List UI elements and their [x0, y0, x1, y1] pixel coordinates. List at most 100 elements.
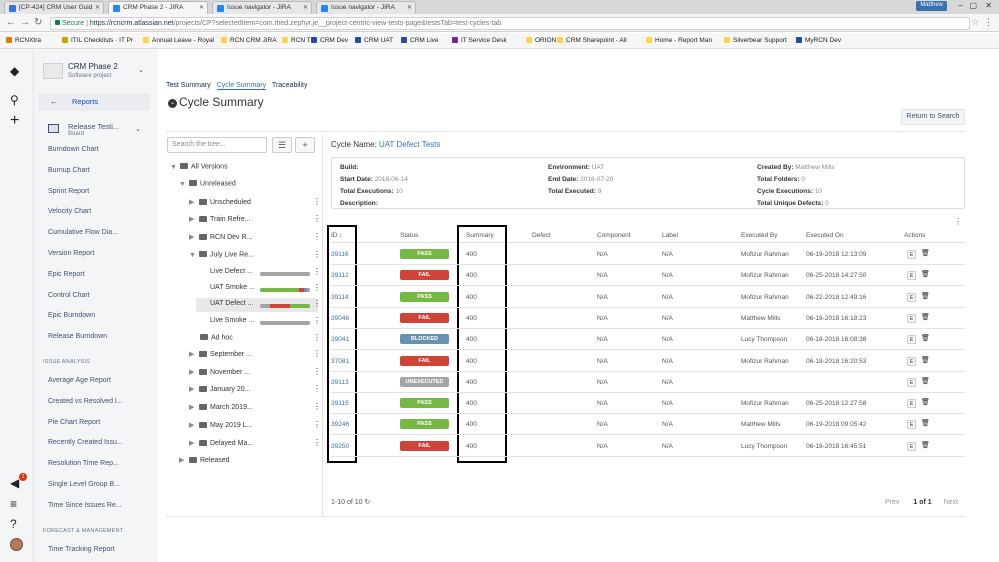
expand-icon[interactable]: ▼: [189, 252, 199, 259]
bookmark-item[interactable]: Annual Leave - Royal: [143, 37, 214, 44]
expand-icon[interactable]: ▶: [189, 439, 199, 447]
tree-version[interactable]: ▶ January 20...: [189, 385, 250, 398]
row-menu-icon[interactable]: ⋮: [313, 299, 321, 308]
refresh-icon[interactable]: ↻: [364, 499, 370, 506]
sidebar-item-report[interactable]: Release Burndown: [48, 333, 107, 340]
trash-icon[interactable]: 🗑: [921, 249, 930, 257]
col-executed-by[interactable]: Executed By: [741, 232, 778, 239]
row-menu-icon[interactable]: ⋮: [313, 267, 321, 276]
trash-icon[interactable]: 🗑: [921, 334, 930, 342]
return-to-search-button[interactable]: Return to Search: [901, 109, 965, 125]
sidebar-item-report[interactable]: Velocity Chart: [48, 208, 91, 215]
back-icon[interactable]: ←: [6, 17, 16, 28]
tree-released[interactable]: ▶ Released: [179, 456, 230, 469]
col-component[interactable]: Component: [597, 232, 631, 239]
sidebar-item-report[interactable]: Sprint Report: [48, 188, 89, 195]
col-status[interactable]: Status: [400, 232, 418, 239]
row-menu-icon[interactable]: ⋮: [313, 250, 321, 259]
execute-button[interactable]: E: [907, 335, 916, 345]
bookmark-item[interactable]: CRM UAT: [355, 37, 393, 44]
add-icon[interactable]: +: [295, 137, 315, 153]
trash-icon[interactable]: 🗑: [921, 377, 930, 385]
expand-icon[interactable]: ▶: [189, 198, 199, 206]
trash-icon[interactable]: 🗑: [921, 292, 930, 300]
maximize-icon[interactable]: ▢: [969, 1, 977, 10]
bookmark-star-icon[interactable]: ☆: [971, 17, 979, 28]
status-badge[interactable]: PASS: [400, 249, 449, 259]
sidebar-item-report[interactable]: Time Tracking Report: [48, 546, 115, 553]
close-icon[interactable]: ✕: [95, 4, 100, 11]
bookmark-item[interactable]: RCN CRM JIRA: [221, 37, 277, 44]
sidebar-item-report[interactable]: Burndown Chart: [48, 146, 99, 153]
execution-id-link[interactable]: 39250: [331, 443, 349, 450]
browser-menu-icon[interactable]: ⋮: [984, 17, 993, 28]
bookmark-item[interactable]: Home - Report Man: [646, 37, 712, 44]
tree-cycle[interactable]: UAT Defect ...: [210, 300, 253, 313]
row-menu-icon[interactable]: ⋮: [313, 367, 321, 376]
tree-cycle[interactable]: UAT Smoke ...: [210, 284, 255, 297]
row-menu-icon[interactable]: ⋮: [313, 232, 321, 241]
bookmark-item[interactable]: ITIL Checklists · IT Pr: [62, 37, 133, 44]
execution-id-link[interactable]: 39115: [331, 400, 349, 407]
list-view-icon[interactable]: ☰: [272, 137, 292, 153]
expand-icon[interactable]: ▶: [189, 368, 199, 376]
execution-id-link[interactable]: 37081: [331, 358, 349, 365]
tree-version[interactable]: ▶ Train Refre...: [189, 215, 251, 228]
tree-version[interactable]: ▶ November ...: [189, 368, 250, 381]
address-bar[interactable]: Secure | https://rcncrm.atlassian.net/pr…: [50, 17, 970, 30]
status-badge[interactable]: BLOCKED: [400, 334, 449, 345]
expand-icon[interactable]: ▶: [189, 215, 199, 223]
expand-icon[interactable]: ▼: [179, 181, 189, 188]
status-badge[interactable]: FAIL: [400, 355, 449, 366]
execute-button[interactable]: E: [907, 356, 916, 366]
sidebar-item-report[interactable]: Single Level Group B...: [48, 481, 120, 488]
row-menu-icon[interactable]: ⋮: [313, 283, 321, 292]
row-menu-icon[interactable]: ⋮: [313, 402, 321, 411]
notifications-icon[interactable]: ◀: [10, 477, 19, 489]
bookmark-item[interactable]: IT Service Desk: [452, 37, 507, 44]
status-badge[interactable]: PASS: [400, 398, 449, 409]
row-menu-icon[interactable]: ⋮: [313, 438, 321, 447]
execute-button[interactable]: E: [907, 377, 916, 387]
browser-tab[interactable]: Issue navigator - JIRA ✕: [316, 1, 416, 14]
expand-icon[interactable]: ▶: [179, 456, 189, 464]
sidebar-item-report[interactable]: Version Report: [48, 250, 94, 257]
row-menu-icon[interactable]: ⋮: [313, 214, 321, 223]
bookmark-item[interactable]: MyRCN Dev: [796, 37, 841, 44]
sidebar-item-report[interactable]: Burnup Chart: [48, 167, 90, 174]
execution-id-link[interactable]: 39048: [331, 315, 349, 322]
status-badge[interactable]: UNEXECUTED: [400, 376, 449, 387]
col-defect[interactable]: Defect: [532, 232, 551, 239]
status-badge[interactable]: FAIL: [400, 440, 449, 451]
row-menu-icon[interactable]: ⋮: [313, 333, 321, 342]
browser-tab[interactable]: [CP-424] CRM User Guid ✕: [4, 1, 104, 14]
row-menu-icon[interactable]: ⋮: [313, 316, 321, 325]
bookmark-item[interactable]: ORION: [526, 37, 556, 44]
row-menu-icon[interactable]: ⋮: [313, 197, 321, 206]
bookmark-item[interactable]: RCNXtra: [6, 37, 41, 44]
tree-unreleased[interactable]: ▼ Unreleased: [179, 180, 236, 193]
tree-version[interactable]: ▶ May 2019 L...: [189, 421, 252, 434]
tree-version[interactable]: ▶ Delayed Ma...: [189, 439, 253, 452]
browser-user[interactable]: Matthew: [916, 1, 947, 11]
status-badge[interactable]: FAIL: [400, 270, 449, 281]
tree-cycle[interactable]: Live Smoke ...: [210, 317, 254, 330]
sidebar-item-report[interactable]: Resolution Time Rep...: [48, 460, 119, 467]
reports-nav[interactable]: ← Reports: [38, 93, 150, 111]
sidebar-item-report[interactable]: Created vs Resolved I...: [48, 398, 123, 405]
trash-icon[interactable]: 🗑: [921, 398, 930, 406]
execution-id-link[interactable]: 39041: [331, 336, 349, 343]
tree-adhoc[interactable]: Ad hoc: [200, 334, 233, 347]
close-window-icon[interactable]: ✕: [985, 1, 992, 10]
execution-id-link[interactable]: 39116: [331, 251, 349, 258]
expand-icon[interactable]: ▶: [189, 350, 199, 358]
expand-icon[interactable]: ▼: [170, 164, 180, 171]
bookmark-item[interactable]: CRM Dev: [311, 37, 348, 44]
browser-tab-active[interactable]: CRM Phase 2 - JIRA ✕: [108, 1, 208, 14]
help-icon[interactable]: ?: [10, 518, 17, 530]
execute-button[interactable]: E: [907, 420, 916, 430]
project-name[interactable]: CRM Phase 2: [68, 62, 118, 71]
close-icon[interactable]: ✕: [303, 4, 308, 11]
next-button[interactable]: Next: [944, 499, 958, 506]
tab-cycle-summary[interactable]: Cycle Summary: [216, 82, 267, 90]
